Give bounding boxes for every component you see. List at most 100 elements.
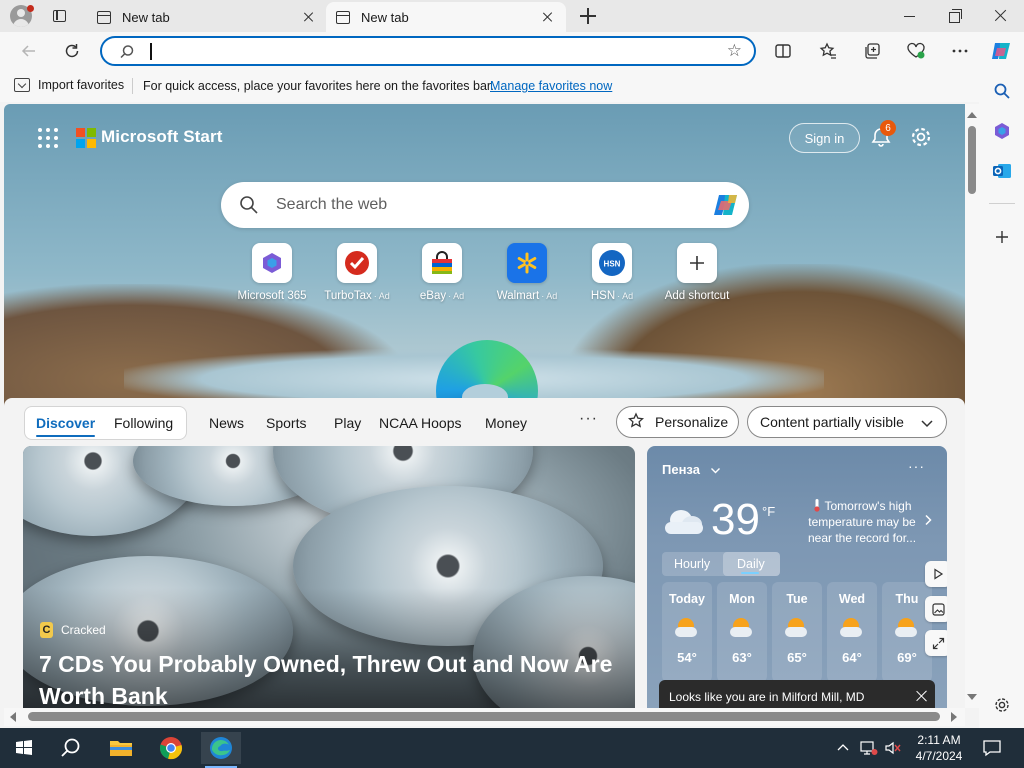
app-launcher-icon[interactable]: [38, 128, 58, 148]
tab-news[interactable]: News: [209, 415, 244, 431]
scroll-right-arrow-icon[interactable]: [951, 712, 957, 722]
scroll-up-arrow-icon[interactable]: [967, 112, 977, 118]
refresh-icon[interactable]: [60, 39, 84, 63]
tab-ncaa-hoops[interactable]: NCAA Hoops: [379, 415, 461, 431]
weather-card[interactable]: Пенза ··· 39 °F Tomorrow's high temperat…: [647, 446, 947, 708]
minimize-icon[interactable]: [899, 6, 919, 26]
sidebar-add-icon[interactable]: [991, 226, 1013, 248]
shortcut-microsoft-365[interactable]: Microsoft 365: [232, 243, 312, 313]
tab-actions-menu-icon[interactable]: [50, 7, 68, 25]
page-horizontal-scrollbar[interactable]: [4, 708, 965, 726]
split-screen-icon[interactable]: [771, 39, 795, 63]
volume-muted-icon[interactable]: [884, 740, 902, 756]
back-arrow-icon[interactable]: [17, 39, 41, 63]
tab-play[interactable]: Play: [334, 415, 361, 431]
sidebar-settings-gear-icon[interactable]: [991, 694, 1013, 716]
favorites-icon[interactable]: [816, 39, 840, 63]
web-search-box[interactable]: Search the web: [221, 182, 749, 228]
tab-close-icon[interactable]: [540, 9, 556, 25]
temperature-unit: °F: [762, 504, 776, 519]
action-center-icon[interactable]: [982, 738, 1002, 758]
article-source[interactable]: C Cracked: [40, 622, 106, 638]
toast-close-icon[interactable]: [915, 689, 929, 703]
more-menu-icon[interactable]: [948, 39, 972, 63]
cloud-icon: [661, 506, 707, 536]
tab-new-tab-1[interactable]: New tab: [87, 2, 327, 32]
forecast-day[interactable]: Today 54°: [662, 582, 712, 682]
tab-new-tab-2[interactable]: New tab: [326, 2, 566, 32]
outlook-icon[interactable]: [991, 160, 1013, 182]
forecast-day[interactable]: Thu 69°: [882, 582, 932, 682]
copilot-icon[interactable]: [989, 39, 1013, 63]
weather-location[interactable]: Пенза: [662, 462, 700, 477]
tab-close-icon[interactable]: [301, 9, 317, 25]
tab-sports[interactable]: Sports: [266, 415, 306, 431]
edge-taskbar-icon[interactable]: [201, 732, 241, 768]
day-name: Today: [669, 592, 705, 606]
windows-start-icon[interactable]: [4, 732, 44, 764]
shortcut-label: HSN: [590, 290, 616, 302]
shortcut-ebay[interactable]: eBay · Ad: [402, 243, 482, 313]
chevron-down-icon[interactable]: [710, 464, 721, 479]
microsoft-logo-icon: [76, 128, 96, 148]
featured-article-card[interactable]: C Cracked 7 CDs You Probably Owned, Thre…: [23, 446, 635, 708]
tab-discover[interactable]: Discover: [36, 415, 96, 437]
sign-in-button[interactable]: Sign in: [789, 123, 860, 153]
file-explorer-icon[interactable]: [101, 732, 141, 764]
add-shortcut-button[interactable]: Add shortcut: [657, 243, 737, 313]
shortcut-turbotax[interactable]: TurboTax · Ad: [317, 243, 397, 313]
address-input[interactable]: [154, 41, 714, 61]
sidebar-search-icon[interactable]: [991, 80, 1013, 102]
shortcut-label: TurboTax: [324, 290, 372, 302]
scroll-thumb[interactable]: [968, 126, 976, 194]
shortcut-hsn[interactable]: HSN HSN · Ad: [572, 243, 652, 313]
walmart-spark-icon: [517, 252, 537, 274]
tab-following[interactable]: Following: [114, 415, 173, 431]
page-settings-gear-icon[interactable]: [909, 125, 933, 149]
favorites-hint: For quick access, place your favorites h…: [143, 79, 494, 93]
personalize-button[interactable]: Personalize: [616, 406, 739, 438]
network-icon[interactable]: [860, 740, 878, 756]
taskbar-search-icon[interactable]: [51, 732, 91, 764]
forecast-day[interactable]: Wed 64°: [827, 582, 877, 682]
chevron-right-icon[interactable]: [923, 514, 933, 529]
browser-essentials-icon[interactable]: [904, 39, 928, 63]
scroll-down-arrow-icon[interactable]: [967, 694, 977, 700]
expand-icon[interactable]: [925, 630, 947, 656]
microsoft-365-icon[interactable]: [991, 120, 1013, 142]
page-vertical-scrollbar[interactable]: [965, 104, 979, 708]
image-icon[interactable]: [925, 596, 947, 622]
tab-money[interactable]: Money: [485, 415, 527, 431]
forecast-day[interactable]: Tue 65°: [772, 582, 822, 682]
tab-daily[interactable]: Daily: [737, 557, 765, 571]
new-tab-plus-icon[interactable]: [579, 7, 597, 25]
copilot-icon[interactable]: [711, 190, 741, 220]
clock-time: 2:11 AM: [917, 733, 961, 747]
taskbar-clock[interactable]: 2:11 AM 4/7/2024: [908, 732, 970, 764]
scroll-left-arrow-icon[interactable]: [10, 712, 16, 722]
add-favorite-star-icon[interactable]: ☆: [727, 41, 742, 61]
address-bar[interactable]: ☆: [100, 36, 756, 66]
window-close-icon[interactable]: [991, 6, 1011, 26]
manage-favorites-link[interactable]: Manage favorites now: [490, 79, 612, 93]
content-visibility-dropdown[interactable]: Content partially visible: [747, 406, 947, 438]
article-headline[interactable]: 7 CDs You Probably Owned, Threw Out and …: [39, 648, 629, 708]
chrome-icon[interactable]: [151, 732, 191, 764]
play-icon[interactable]: [925, 561, 947, 587]
day-name: Mon: [729, 592, 755, 606]
forecast-day[interactable]: Mon 63°: [717, 582, 767, 682]
import-favorites-button[interactable]: Import favorites: [14, 78, 124, 92]
partly-sunny-icon: [895, 616, 919, 640]
weather-alert-text[interactable]: Tomorrow's high temperature may be near …: [797, 498, 927, 546]
weather-more-icon[interactable]: ···: [908, 458, 925, 474]
brand-title[interactable]: Microsoft Start: [101, 127, 222, 147]
collections-icon[interactable]: [860, 39, 884, 63]
restore-icon[interactable]: [945, 6, 965, 26]
shortcut-walmart[interactable]: Walmart · Ad: [487, 243, 567, 313]
show-hidden-icons-chevron-icon[interactable]: [836, 741, 850, 755]
more-categories-icon[interactable]: ···: [579, 410, 598, 428]
tab-hourly[interactable]: Hourly: [674, 557, 710, 571]
svg-text:HSN: HSN: [604, 260, 621, 269]
scroll-thumb[interactable]: [28, 712, 940, 721]
day-name: Tue: [786, 592, 808, 606]
